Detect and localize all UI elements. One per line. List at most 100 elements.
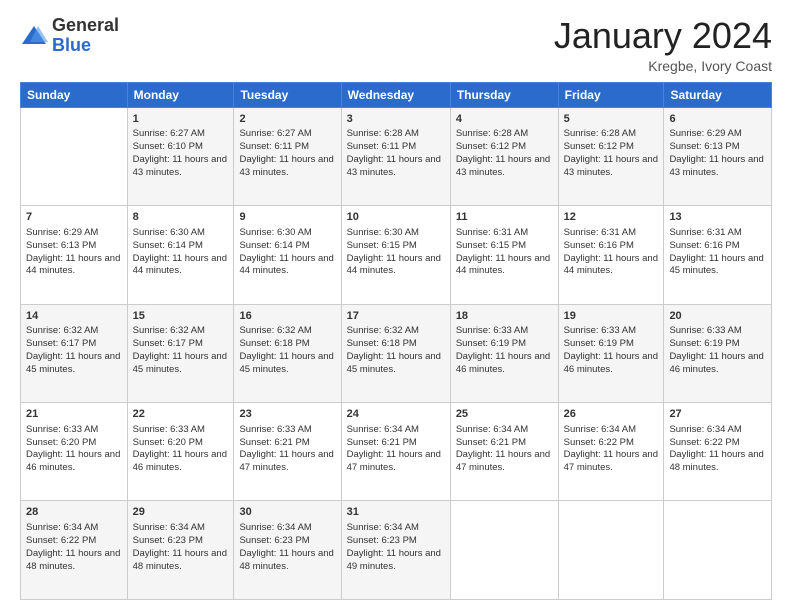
month-title: January 2024 [554, 16, 772, 56]
calendar-cell: 29Sunrise: 6:34 AMSunset: 6:23 PMDayligh… [127, 501, 234, 600]
day-number: 20 [669, 309, 766, 324]
daylight: Daylight: 11 hours and 44 minutes. [133, 253, 227, 277]
calendar-cell: 1Sunrise: 6:27 AMSunset: 6:10 PMDaylight… [127, 107, 234, 205]
day-number: 27 [669, 407, 766, 422]
sunrise: Sunrise: 6:32 AM [239, 325, 311, 336]
sunrise: Sunrise: 6:34 AM [564, 424, 636, 435]
sunset: Sunset: 6:18 PM [239, 338, 309, 349]
day-number: 7 [26, 210, 122, 225]
day-number: 15 [133, 309, 229, 324]
daylight: Daylight: 11 hours and 45 minutes. [669, 253, 763, 277]
sunset: Sunset: 6:22 PM [26, 535, 96, 546]
sunrise: Sunrise: 6:34 AM [456, 424, 528, 435]
calendar-cell: 13Sunrise: 6:31 AMSunset: 6:16 PMDayligh… [664, 206, 772, 304]
sunset: Sunset: 6:11 PM [347, 141, 417, 152]
calendar-cell [558, 501, 664, 600]
sunset: Sunset: 6:12 PM [564, 141, 634, 152]
week-row-4: 28 Sunrise: 6:34 AM Sunset: 6:22 PM Dayligh… [21, 501, 772, 600]
daylight: Daylight: 11 hours and 45 minutes. [26, 351, 120, 375]
daylight: Daylight: 11 hours and 45 minutes. [239, 351, 333, 375]
day-number: 3 [347, 112, 445, 127]
calendar-cell: 14Sunrise: 6:32 AM Sunset: 6:17 PM Dayligh… [21, 304, 128, 402]
sunrise: Sunrise: 6:32 AM [347, 325, 419, 336]
calendar-cell: 26Sunrise: 6:34 AMSunset: 6:22 PMDayligh… [558, 403, 664, 501]
calendar-table: Sunday Monday Tuesday Wednesday Thursday… [20, 82, 772, 600]
week-row-2: 14Sunrise: 6:32 AMSunset: 6:17 PMDayligh… [21, 304, 772, 402]
sunset: Sunset: 6:19 PM [456, 338, 526, 349]
calendar-cell: 30Sunrise: 6:34 AMSunset: 6:23 PMDayligh… [234, 501, 341, 600]
col-thursday: Thursday [450, 82, 558, 107]
calendar-cell [664, 501, 772, 600]
sunset: Sunset: 6:21 PM [456, 437, 526, 448]
daylight: Daylight: 11 hours and 44 minutes. [239, 253, 333, 277]
sunrise: Sunrise: 6:33 AM [669, 325, 741, 336]
sunrise: Sunrise: 6:34 AM [669, 424, 741, 435]
sunrise: Sunrise: 6:30 AM [239, 227, 311, 238]
calendar-cell: 23Sunrise: 6:33 AMSunset: 6:21 PMDayligh… [234, 403, 341, 501]
day-number: 8 [133, 210, 229, 225]
day-number: 31 [347, 505, 445, 520]
day-number: 30 [239, 505, 335, 520]
day-number: 21 [26, 407, 122, 422]
day-number: 10 [347, 210, 445, 225]
daylight: Daylight: 11 hours and 43 minutes. [669, 154, 763, 178]
daylight: Daylight: 11 hours and 43 minutes. [564, 154, 658, 178]
col-sunday: Sunday [21, 82, 128, 107]
calendar-cell: 16Sunrise: 6:32 AM Sunset: 6:18 PM Dayligh… [234, 304, 341, 402]
calendar-cell [21, 107, 128, 205]
calendar-cell: 28 Sunrise: 6:34 AM Sunset: 6:22 PM Dayligh… [21, 501, 128, 600]
daylight: Daylight: 11 hours and 43 minutes. [133, 154, 227, 178]
day-number: 16 [239, 309, 335, 324]
logo-blue: Blue [52, 35, 91, 55]
calendar-cell: 22Sunrise: 6:33 AMSunset: 6:20 PMDayligh… [127, 403, 234, 501]
daylight: Daylight: 11 hours and 48 minutes. [133, 548, 227, 572]
day-number: 22 [133, 407, 229, 422]
daylight: Daylight: 11 hours and 46 minutes. [456, 351, 550, 375]
daylight: Daylight: 11 hours and 45 minutes. [133, 351, 227, 375]
sunrise: Sunrise: 6:31 AM [564, 227, 636, 238]
sunrise: Sunrise: 6:31 AM [456, 227, 528, 238]
day-number: 1 [133, 112, 229, 127]
sunrise: Sunrise: 6:33 AM [456, 325, 528, 336]
sunset: Sunset: 6:17 PM [26, 338, 96, 349]
sunrise: Sunrise: 6:34 AM [347, 522, 419, 533]
day-number: 4 [456, 112, 553, 127]
day-number: 18 [456, 309, 553, 324]
calendar-cell: 18Sunrise: 6:33 AM Sunset: 6:19 PM Dayligh… [450, 304, 558, 402]
day-number: 14 [26, 309, 122, 324]
calendar-cell: 10Sunrise: 6:30 AMSunset: 6:15 PMDayligh… [341, 206, 450, 304]
daylight: Daylight: 11 hours and 49 minutes. [347, 548, 441, 572]
sunset: Sunset: 6:23 PM [133, 535, 203, 546]
sunrise: Sunrise: 6:30 AM [347, 227, 419, 238]
calendar-cell: 2Sunrise: 6:27 AMSunset: 6:11 PMDaylight… [234, 107, 341, 205]
calendar-cell: 3Sunrise: 6:28 AMSunset: 6:11 PMDaylight… [341, 107, 450, 205]
daylight: Daylight: 11 hours and 48 minutes. [669, 449, 763, 473]
sunrise: Sunrise: 6:32 AM [26, 325, 98, 336]
col-saturday: Saturday [664, 82, 772, 107]
day-number: 25 [456, 407, 553, 422]
calendar-cell: 15Sunrise: 6:32 AM Sunset: 6:17 PM Dayligh… [127, 304, 234, 402]
calendar-cell [450, 501, 558, 600]
sunrise: Sunrise: 6:34 AM [347, 424, 419, 435]
logo-general: General [52, 15, 119, 35]
sunrise: Sunrise: 6:34 AM [26, 522, 98, 533]
sunrise: Sunrise: 6:29 AM [26, 227, 98, 238]
day-number: 13 [669, 210, 766, 225]
sunset: Sunset: 6:15 PM [456, 240, 526, 251]
daylight: Daylight: 11 hours and 44 minutes. [564, 253, 658, 277]
daylight: Daylight: 11 hours and 43 minutes. [239, 154, 333, 178]
day-number: 11 [456, 210, 553, 225]
sunset: Sunset: 6:10 PM [133, 141, 203, 152]
sunset: Sunset: 6:16 PM [669, 240, 739, 251]
sunrise: Sunrise: 6:32 AM [133, 325, 205, 336]
calendar-cell: 19Sunrise: 6:33 AMSunset: 6:19 PMDayligh… [558, 304, 664, 402]
logo-icon [20, 22, 48, 50]
day-number: 24 [347, 407, 445, 422]
daylight: Daylight: 11 hours and 48 minutes. [26, 548, 120, 572]
day-number: 28 [26, 505, 122, 520]
logo-text: General Blue [52, 16, 119, 56]
day-number: 17 [347, 309, 445, 324]
sunrise: Sunrise: 6:29 AM [669, 128, 741, 139]
sunset: Sunset: 6:17 PM [133, 338, 203, 349]
day-number: 26 [564, 407, 659, 422]
